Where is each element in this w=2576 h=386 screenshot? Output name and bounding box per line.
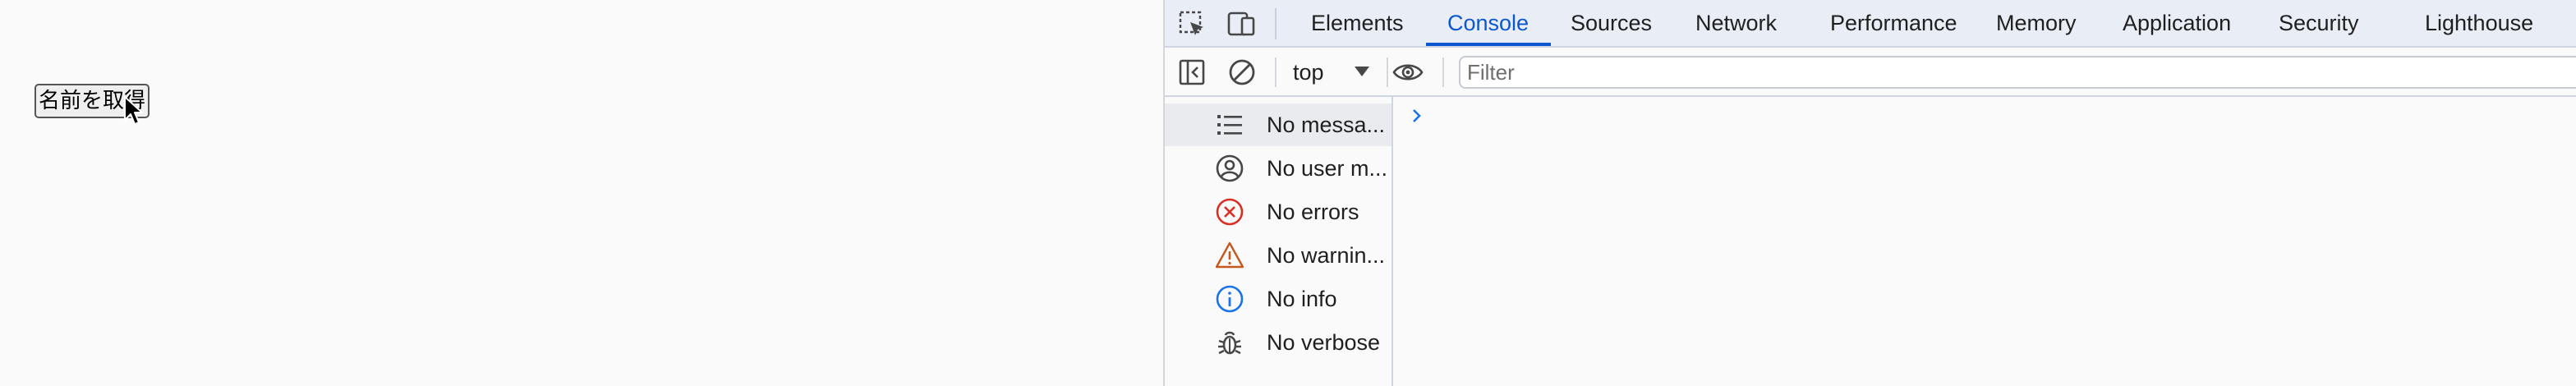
tab-lighthouse[interactable]: Lighthouse (2425, 0, 2533, 46)
page-viewport: 名前を取得 (0, 0, 1163, 386)
error-icon (1216, 198, 1244, 226)
console-sidebar: No messa... No user m... No errors No wa… (1165, 97, 1393, 386)
device-toolbar-icon[interactable] (1226, 8, 1257, 39)
sidebar-item-label: No errors (1267, 200, 1359, 224)
info-icon (1216, 285, 1244, 313)
console-toolbar: top (1165, 48, 2576, 97)
toolbar-separator (1387, 57, 1388, 87)
clear-console-icon[interactable] (1226, 56, 1258, 89)
tab-console[interactable]: Console (1447, 0, 1529, 46)
sidebar-item-label: No verbose (1267, 330, 1381, 355)
screen: 名前を取得 Elements Console Sources Network P… (0, 0, 2576, 386)
tab-elements[interactable]: Elements (1311, 0, 1404, 46)
toolbar-separator (1275, 57, 1276, 87)
tab-security[interactable]: Security (2279, 0, 2359, 46)
show-sidebar-icon[interactable] (1176, 56, 1209, 89)
tabbar-separator (1275, 8, 1276, 39)
list-icon (1217, 115, 1242, 135)
tab-performance[interactable]: Performance (1830, 0, 1957, 46)
sidebar-item-info[interactable]: No info (1165, 278, 1392, 320)
sidebar-item-label: No info (1267, 287, 1337, 311)
chevron-down-icon[interactable] (1354, 66, 1370, 77)
console-prompt-chevron-icon (1413, 109, 1421, 122)
sidebar-item-label: No warnin... (1267, 243, 1386, 268)
tab-sources[interactable]: Sources (1571, 0, 1652, 46)
toolbar-separator (1442, 57, 1444, 87)
sidebar-item-user-messages[interactable]: No user m... (1165, 147, 1392, 190)
sidebar-item-label: No messa... (1267, 113, 1386, 137)
filter-input[interactable] (1459, 56, 2576, 89)
devtools-panel: Elements Console Sources Network Perform… (1163, 0, 2576, 386)
active-tab-indicator (1426, 43, 1551, 46)
sidebar-item-verbose[interactable]: No verbose (1165, 321, 1392, 364)
sidebar-item-label: No user m... (1267, 156, 1388, 181)
javascript-context-select[interactable]: top (1293, 56, 1324, 89)
bug-icon (1218, 331, 1241, 355)
sidebar-item-messages[interactable]: No messa... (1165, 103, 1392, 146)
sidebar-item-errors[interactable]: No errors (1165, 191, 1392, 233)
console-output[interactable] (1393, 97, 2576, 386)
tab-memory[interactable]: Memory (1996, 0, 2077, 46)
mouse-cursor-icon (124, 96, 143, 125)
sidebar-item-warnings[interactable]: No warnin... (1165, 234, 1392, 277)
live-expression-eye-icon[interactable] (1392, 56, 1424, 89)
tab-network[interactable]: Network (1695, 0, 1777, 46)
user-icon (1216, 154, 1244, 182)
warning-icon (1215, 241, 1244, 269)
inspect-element-icon[interactable] (1176, 8, 1208, 39)
devtools-tabbar: Elements Console Sources Network Perform… (1165, 0, 2576, 48)
tab-application[interactable]: Application (2123, 0, 2231, 46)
